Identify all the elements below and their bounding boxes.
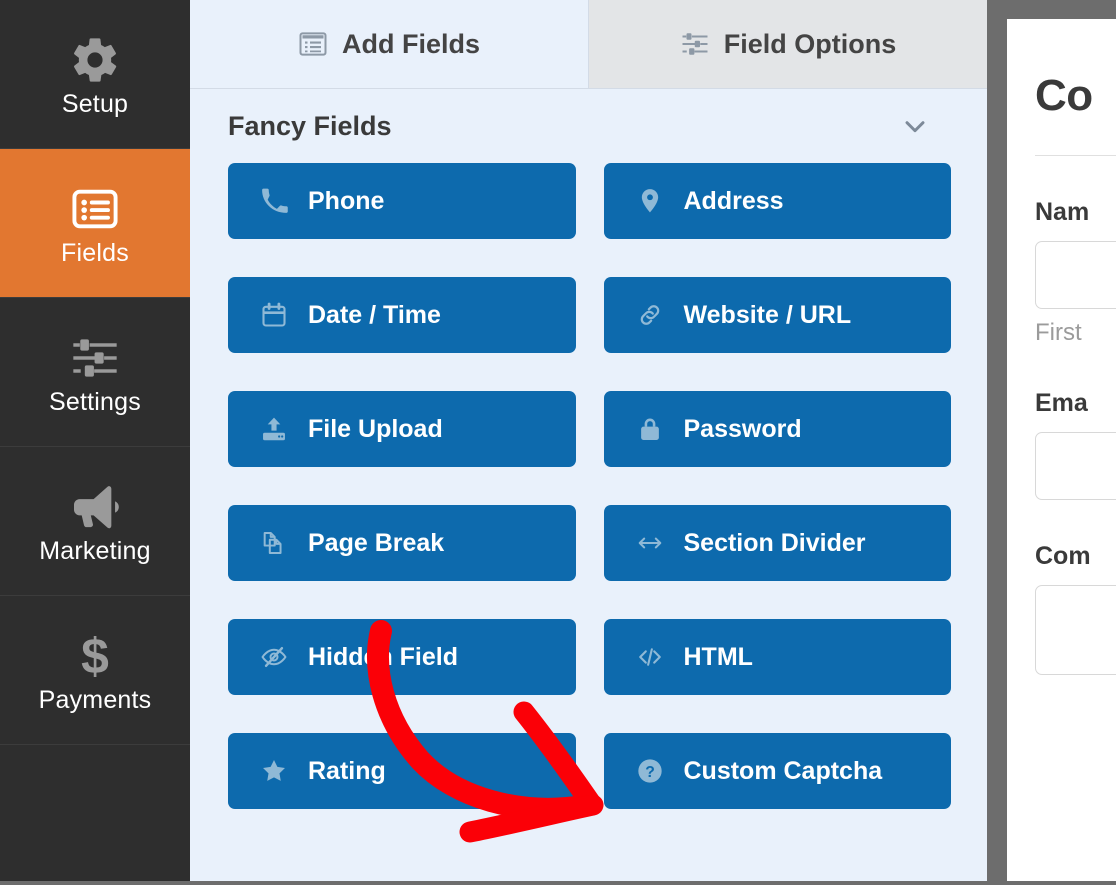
- preview-field-name: Nam First: [1035, 198, 1116, 347]
- field-button-html[interactable]: HTML: [604, 619, 952, 695]
- sidebar-item-setup[interactable]: Setup: [0, 0, 190, 149]
- sidebar-item-payments[interactable]: $ Payments: [0, 596, 190, 745]
- sidebar-item-label: Setup: [62, 92, 128, 117]
- field-button-label: Phone: [308, 189, 384, 214]
- eye-slash-icon: [254, 643, 294, 671]
- fancy-fields-section-header[interactable]: Fancy Fields: [190, 89, 987, 163]
- field-button-date-time[interactable]: Date / Time: [228, 277, 576, 353]
- field-button-label: Rating: [308, 759, 386, 784]
- upload-icon: [254, 415, 294, 443]
- pages-icon: [254, 529, 294, 557]
- field-button-label: Address: [684, 189, 784, 214]
- preview-field-label: Com: [1035, 542, 1116, 571]
- field-button-hidden-field[interactable]: Hidden Field: [228, 619, 576, 695]
- svg-text:$: $: [81, 630, 109, 682]
- arrows-horizontal-icon: [630, 529, 670, 557]
- question-circle-icon: ?: [630, 757, 670, 785]
- sliders-icon: [69, 330, 121, 386]
- sidebar-item-label: Settings: [49, 390, 141, 415]
- form-preview-divider: [1035, 155, 1116, 156]
- field-button-label: HTML: [684, 645, 753, 670]
- field-button-label: Date / Time: [308, 303, 441, 328]
- sidebar-item-settings[interactable]: Settings: [0, 298, 190, 447]
- phone-icon: [254, 187, 294, 215]
- field-button-section-divider[interactable]: Section Divider: [604, 505, 952, 581]
- field-button-website-url[interactable]: Website / URL: [604, 277, 952, 353]
- sidebar-item-label: Marketing: [39, 539, 151, 564]
- field-button-address[interactable]: Address: [604, 163, 952, 239]
- field-button-custom-captcha[interactable]: ? Custom Captcha: [604, 733, 952, 809]
- preview-comment-input[interactable]: [1035, 585, 1116, 675]
- tab-label: Field Options: [724, 29, 897, 60]
- preview-field-email: Ema: [1035, 389, 1116, 500]
- add-fields-panel: Add Fields Field Options Fancy Field: [190, 0, 987, 881]
- field-button-label: File Upload: [308, 417, 443, 442]
- wpforms-form-builder: Setup Fields: [0, 0, 1116, 881]
- panel-gutter: [987, 0, 1007, 881]
- calendar-icon: [254, 301, 294, 329]
- field-button-label: Hidden Field: [308, 645, 458, 670]
- field-button-password[interactable]: Password: [604, 391, 952, 467]
- field-button-label: Website / URL: [684, 303, 852, 328]
- field-button-file-upload[interactable]: File Upload: [228, 391, 576, 467]
- tab-add-fields[interactable]: Add Fields: [190, 0, 588, 88]
- link-icon: [630, 301, 670, 329]
- preview-field-sublabel: First: [1035, 319, 1116, 347]
- section-title: Fancy Fields: [228, 111, 392, 142]
- lock-icon: [630, 415, 670, 443]
- sidebar-item-fields[interactable]: Fields: [0, 149, 190, 298]
- list-icon: [69, 181, 121, 237]
- field-button-label: Password: [684, 417, 802, 442]
- field-button-page-break[interactable]: Page Break: [228, 505, 576, 581]
- star-icon: [254, 757, 294, 785]
- tab-label: Add Fields: [342, 29, 480, 60]
- svg-text:?: ?: [645, 764, 655, 781]
- field-button-rating[interactable]: Rating: [228, 733, 576, 809]
- megaphone-icon: [67, 479, 123, 535]
- field-button-phone[interactable]: Phone: [228, 163, 576, 239]
- field-button-label: Page Break: [308, 531, 444, 556]
- fancy-fields-grid: Phone Address: [190, 163, 987, 809]
- field-button-label: Custom Captcha: [684, 759, 883, 784]
- panel-tabs: Add Fields Field Options: [190, 0, 987, 89]
- preview-field-label: Ema: [1035, 389, 1116, 418]
- tab-field-options[interactable]: Field Options: [588, 0, 987, 88]
- list-table-icon: [298, 29, 328, 59]
- preview-field-comment: Com: [1035, 542, 1116, 675]
- code-icon: [630, 643, 670, 671]
- sidebar-item-label: Payments: [39, 688, 152, 713]
- sidebar-item-marketing[interactable]: Marketing: [0, 447, 190, 596]
- sidebar-filler: [0, 745, 190, 885]
- builder-sidebar: Setup Fields: [0, 0, 190, 881]
- preview-name-input[interactable]: [1035, 241, 1116, 309]
- sidebar-item-label: Fields: [61, 241, 129, 266]
- map-pin-icon: [630, 187, 670, 215]
- field-button-label: Section Divider: [684, 531, 866, 556]
- form-preview-title: Co: [1035, 71, 1116, 121]
- sliders-icon: [680, 29, 710, 59]
- preview-email-input[interactable]: [1035, 432, 1116, 500]
- chevron-down-icon[interactable]: [899, 110, 931, 142]
- gear-icon: [69, 32, 121, 88]
- dollar-icon: $: [69, 628, 121, 684]
- preview-field-label: Nam: [1035, 198, 1116, 227]
- form-preview-panel: Co Nam First Ema Com: [1007, 19, 1116, 881]
